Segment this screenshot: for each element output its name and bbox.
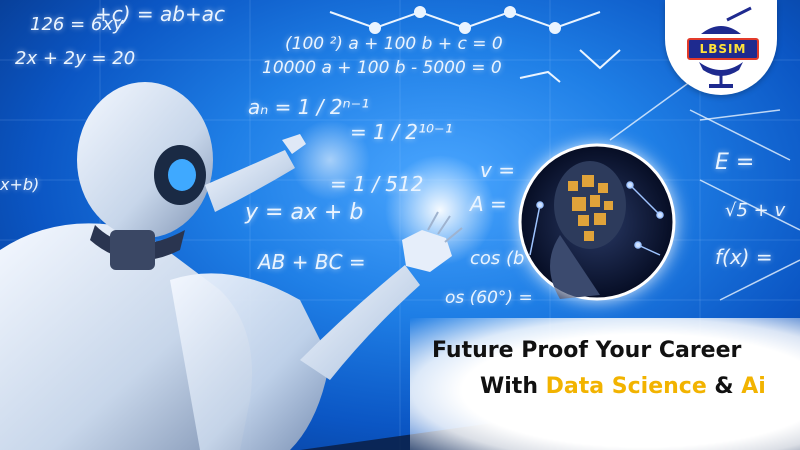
equation-text: v = bbox=[480, 158, 515, 182]
lbsim-logo: LBSIM bbox=[665, 0, 777, 95]
headline-highlight-data-science: Data Science bbox=[545, 374, 707, 399]
equation-text: = 1 / 2¹⁰⁻¹ bbox=[350, 120, 453, 144]
equation-text: 2x + 2y = 20 bbox=[15, 48, 136, 69]
equation-text: f(x) = bbox=[715, 245, 773, 269]
equation-text: x+b) bbox=[0, 175, 40, 194]
logo-wordmark: LBSIM bbox=[687, 38, 759, 60]
headline-highlight-ai: Ai bbox=[741, 374, 766, 399]
headline-prefix: With bbox=[480, 374, 546, 399]
equation-text: y = ax + b bbox=[245, 200, 364, 225]
equation-text: 10000 a + 100 b - 5000 = 0 bbox=[262, 58, 502, 78]
equation-text: E = bbox=[715, 150, 755, 175]
equation-text: (100 ²) a + 100 b + c = 0 bbox=[285, 34, 503, 54]
headline-line-1: Future Proof Your Career bbox=[432, 338, 742, 363]
hero-banner: +c) = ab+ac 126 = 6xy 2x + 2y = 20 (100 … bbox=[0, 0, 800, 450]
equation-text: aₙ = 1 / 2ⁿ⁻¹ bbox=[248, 95, 370, 119]
ai-inset-frame bbox=[520, 145, 675, 300]
equation-text: cos (b bbox=[470, 248, 525, 269]
equation-text: = 1 / 512 bbox=[330, 172, 424, 196]
equation-text: A = bbox=[470, 192, 507, 216]
equation-text: AB + BC = bbox=[258, 250, 366, 274]
equation-text: 126 = 6xy bbox=[30, 14, 124, 35]
equation-text: √5 + v bbox=[725, 200, 786, 221]
equation-text: os (60°) = bbox=[445, 288, 533, 308]
headline-line-2: With Data Science & Ai bbox=[480, 374, 766, 399]
headline-ampersand: & bbox=[706, 374, 742, 399]
